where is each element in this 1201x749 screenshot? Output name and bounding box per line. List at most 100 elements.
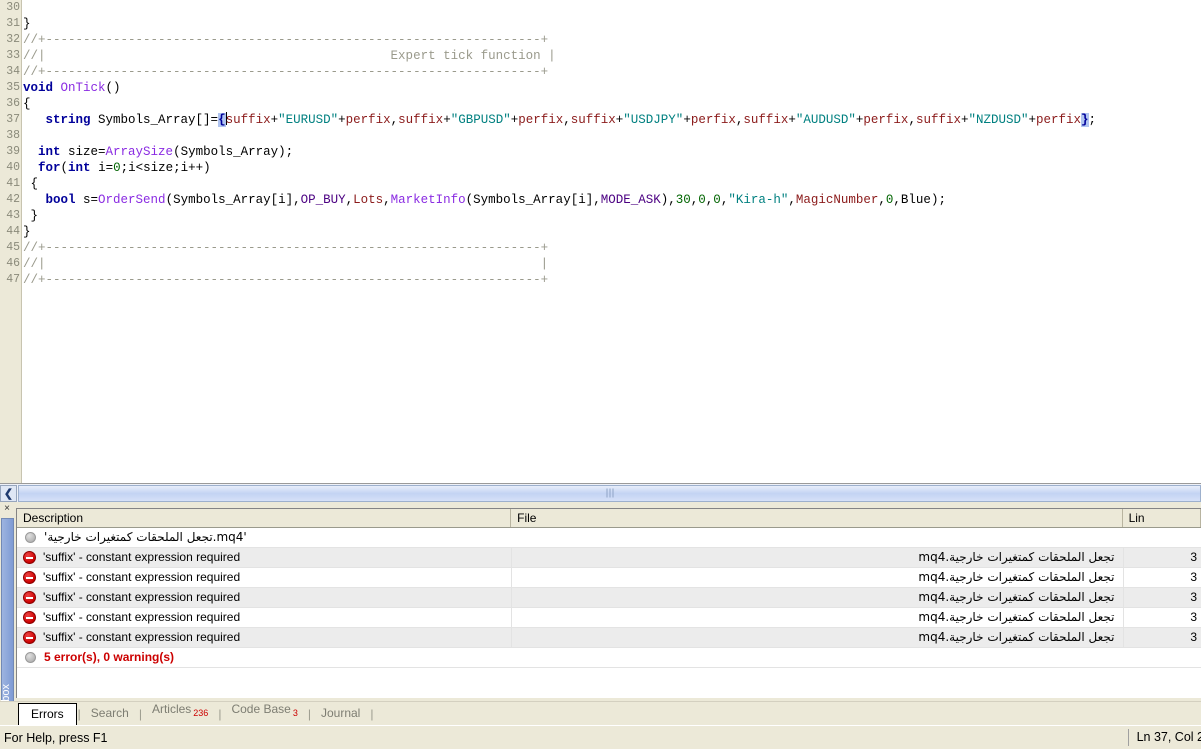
code-line[interactable]: 46//| | (0, 256, 1201, 272)
code-line[interactable]: 36{ (0, 96, 1201, 112)
code-line-text[interactable]: string Symbols_Array[]={suffix+"EURUSD"+… (23, 112, 1096, 128)
code-token: ( (61, 161, 69, 175)
code-token: Lots (353, 193, 383, 207)
code-token: (Symbols_Array); (173, 145, 293, 159)
tab-errors[interactable]: Errors (18, 703, 77, 726)
scrollbar-track[interactable] (18, 485, 1201, 502)
code-line[interactable]: 39 int size=ArraySize(Symbols_Array); (0, 144, 1201, 160)
table-row[interactable]: 'suffix' - constant expression requiredت… (17, 608, 1201, 628)
code-line-text[interactable]: void OnTick() (23, 80, 121, 96)
code-line-text[interactable]: { (23, 96, 31, 112)
code-token: , (893, 193, 901, 207)
table-row[interactable]: 'suffix' - constant expression requiredت… (17, 568, 1201, 588)
code-line[interactable]: 42 bool s=OrderSend(Symbols_Array[i],OP_… (0, 192, 1201, 208)
status-cursor-position: Ln 37, Col 2 (1128, 729, 1201, 746)
code-token: ArraySize (106, 145, 174, 159)
code-token: + (788, 113, 796, 127)
code-line-text[interactable]: } (23, 208, 38, 224)
code-line-text[interactable]: { (23, 176, 38, 192)
tab-label: Search (91, 706, 129, 720)
cell-file (754, 528, 1147, 548)
tab-articles[interactable]: Articles236 (143, 699, 217, 725)
cell-description: 'تجعل الملحقات كمتغيرات خارجية.mq4' (17, 528, 754, 548)
code-line-text[interactable]: //| Expert tick function | (23, 48, 556, 64)
code-line[interactable]: 41 { (0, 176, 1201, 192)
line-number: 47 (0, 272, 21, 288)
description-text: 'تجعل الملحقات كمتغيرات خارجية.mq4' (44, 528, 247, 547)
code-line-text[interactable]: bool s=OrderSend(Symbols_Array[i],OP_BUY… (23, 192, 946, 208)
table-row[interactable]: 5 error(s), 0 warning(s) (17, 648, 1201, 668)
tab-search[interactable]: Search (82, 703, 138, 725)
code-line[interactable]: 35void OnTick() (0, 80, 1201, 96)
table-row[interactable]: 'suffix' - constant expression requiredت… (17, 588, 1201, 608)
cell-file: تجعل الملحقات كمتغيرات خارجية.mq4 (511, 628, 1123, 648)
code-token: + (338, 113, 346, 127)
code-line-text[interactable]: for(int i=0;i<size;i++) (23, 160, 211, 176)
cell-description: 'suffix' - constant expression required (17, 548, 511, 568)
code-token (23, 193, 46, 207)
scrollbar-grip-icon[interactable] (606, 489, 613, 498)
cell-file: تجعل الملحقات كمتغيرات خارجية.mq4 (511, 608, 1123, 628)
code-line[interactable]: 37 string Symbols_Array[]={suffix+"EURUS… (0, 112, 1201, 128)
code-token: //+-------------------------------------… (23, 273, 548, 287)
code-line[interactable]: 45//+-----------------------------------… (0, 240, 1201, 256)
code-token: perfix (518, 113, 563, 127)
code-token: , (878, 193, 886, 207)
toolbox-close-icon[interactable]: × (0, 502, 14, 518)
code-editor[interactable]: 3031}32//+------------------------------… (0, 0, 1201, 483)
code-token: } (1081, 113, 1089, 127)
line-number: 32 (0, 32, 21, 48)
errors-grid-body[interactable]: 'تجعل الملحقات كمتغيرات خارجية.mq4''suff… (17, 528, 1201, 668)
table-row[interactable]: 'suffix' - constant expression requiredت… (17, 548, 1201, 568)
code-line-text[interactable]: } (23, 224, 31, 240)
code-token: "AUDUSD" (796, 113, 856, 127)
line-number: 38 (0, 128, 21, 144)
code-line[interactable]: 43 } (0, 208, 1201, 224)
code-token: + (1029, 113, 1037, 127)
column-header-line[interactable]: Lin (1123, 509, 1201, 527)
code-token: //+-------------------------------------… (23, 241, 548, 255)
toolbox-spine[interactable]: Toolbox (1, 518, 14, 712)
code-line[interactable]: 33//| Expert tick function | (0, 48, 1201, 64)
code-token: + (443, 113, 451, 127)
code-line-text[interactable]: //+-------------------------------------… (23, 64, 548, 80)
description-text: 5 error(s), 0 warning(s) (44, 648, 174, 667)
code-line[interactable]: 47//+-----------------------------------… (0, 272, 1201, 288)
errors-grid[interactable]: Description File Lin 'تجعل الملحقات كمتغ… (16, 508, 1201, 698)
editor-horizontal-scrollbar[interactable]: ❮ (0, 483, 1201, 502)
toolbox-tab-bar[interactable]: Errors|Search|Articles236|Code Base3|Jou… (0, 701, 1201, 725)
code-token: MarketInfo (391, 193, 466, 207)
code-line[interactable]: 32//+-----------------------------------… (0, 32, 1201, 48)
code-line-text[interactable]: //+-------------------------------------… (23, 32, 548, 48)
code-token (23, 113, 46, 127)
cell-line: 3 (1123, 588, 1201, 608)
column-header-description[interactable]: Description (17, 509, 511, 527)
code-line-text[interactable]: //+-------------------------------------… (23, 240, 548, 256)
code-line-text[interactable]: } (23, 16, 31, 32)
cell-line (1148, 528, 1201, 548)
code-line[interactable]: 44} (0, 224, 1201, 240)
code-token: , (908, 113, 916, 127)
code-line[interactable]: 40 for(int i=0;i<size;i++) (0, 160, 1201, 176)
code-token: i= (91, 161, 114, 175)
tab-code-base[interactable]: Code Base3 (222, 699, 306, 725)
tab-journal[interactable]: Journal (312, 703, 369, 725)
code-token: "GBPUSD" (451, 113, 511, 127)
errors-grid-header: Description File Lin (17, 509, 1201, 528)
code-scroll-container[interactable]: 3031}32//+------------------------------… (0, 0, 1201, 483)
table-row[interactable]: 'تجعل الملحقات كمتغيرات خارجية.mq4' (17, 528, 1201, 548)
code-line-text[interactable]: //+-------------------------------------… (23, 272, 548, 288)
code-line[interactable]: 38 (0, 128, 1201, 144)
cell-file: تجعل الملحقات كمتغيرات خارجية.mq4 (511, 588, 1123, 608)
cell-line: 3 (1123, 568, 1201, 588)
line-number: 34 (0, 64, 21, 80)
code-line[interactable]: 30 (0, 0, 1201, 16)
scroll-left-arrow-icon[interactable]: ❮ (0, 485, 17, 502)
code-line[interactable]: 31} (0, 16, 1201, 32)
code-line[interactable]: 34//+-----------------------------------… (0, 64, 1201, 80)
code-line-text[interactable]: int size=ArraySize(Symbols_Array); (23, 144, 293, 160)
table-row[interactable]: 'suffix' - constant expression requiredت… (17, 628, 1201, 648)
code-line-text[interactable]: //| | (23, 256, 548, 272)
column-header-file[interactable]: File (511, 509, 1122, 527)
cell-line: 3 (1123, 548, 1201, 568)
